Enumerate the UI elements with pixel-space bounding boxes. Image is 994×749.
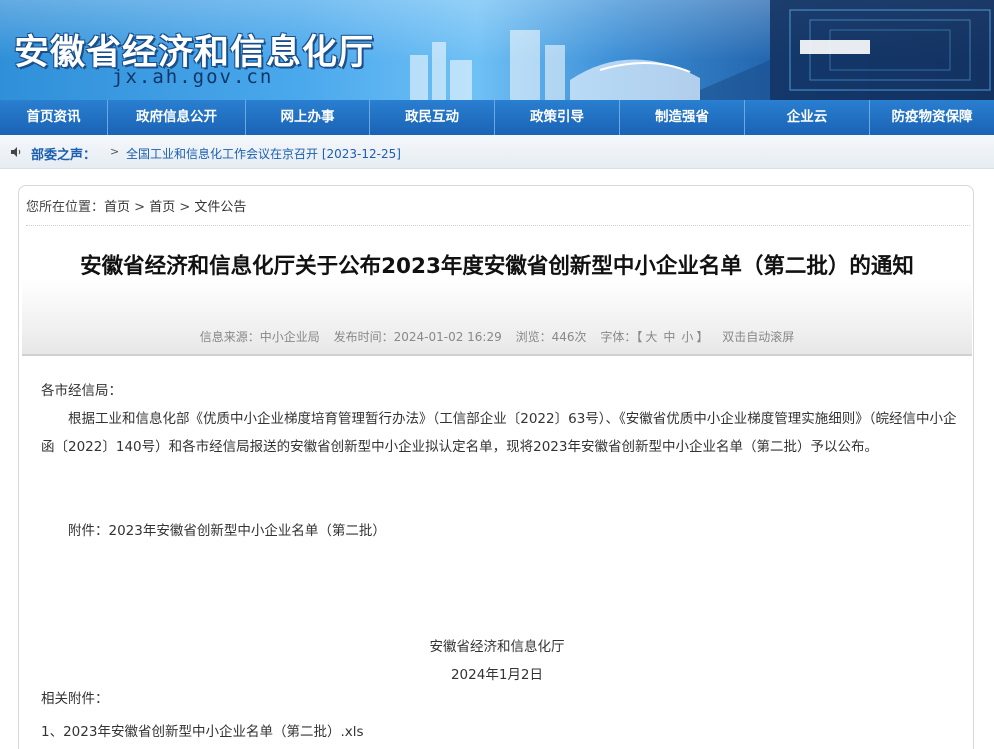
breadcrumb-prefix: 您所在位置： <box>26 200 105 215</box>
notice-link[interactable]: 全国工业和信息化工作会议在京召开 [2023-12-25] <box>126 145 401 162</box>
meta-font-size: 字体：【大中小】 <box>600 330 708 344</box>
main-nav: 首页资讯 政府信息公开 网上办事 政民互动 政策引导 制造强省 企业云 防疫物资… <box>0 100 994 135</box>
font-large-button[interactable]: 大 <box>645 330 657 344</box>
site-domain: jx.ah.gov.cn <box>112 66 274 88</box>
nav-item-home[interactable]: 首页资讯 <box>0 100 108 135</box>
article-title: 安徽省经济和信息化厅关于公布2023年度安徽省创新型中小企业名单（第二批）的通知 <box>80 254 914 279</box>
meta-font-label: 字体：【 <box>600 330 643 344</box>
breadcrumb-home-1[interactable]: 首页 <box>104 200 130 215</box>
nav-item-policy[interactable]: 政策引导 <box>495 100 620 135</box>
speaker-icon <box>11 147 21 157</box>
breadcrumb-sep: > <box>179 200 191 215</box>
nav-item-gov-info[interactable]: 政府信息公开 <box>108 100 246 135</box>
article-date: 2024年1月2日 <box>450 667 544 683</box>
article-paragraph: 根据工业和信息化部《优质中小企业梯度培育管理暂行办法》（工信部企业〔2022〕6… <box>41 411 957 455</box>
banner-cityscape-art <box>410 0 994 100</box>
notice-bar: 部委之声： > 全国工业和信息化工作会议在京召开 [2023-12-25] <box>0 135 994 169</box>
nav-item-enterprise-cloud[interactable]: 企业云 <box>745 100 870 135</box>
meta-autoscroll: 双击自动滚屏 <box>722 330 795 344</box>
site-banner: 安徽省经济和信息化厅 jx.ah.gov.cn <box>0 0 994 100</box>
related-file-link[interactable]: 1、2023年安徽省创新型中小企业名单（第二批）.xls <box>41 718 961 746</box>
notice-label: 部委之声： <box>31 148 97 163</box>
meta-font-close: 】 <box>696 330 709 344</box>
article-salutation: 各市经信局： <box>41 383 122 399</box>
meta-views: 浏览：446次 <box>515 330 587 344</box>
breadcrumb-sep: > <box>134 200 146 215</box>
meta-source: 信息来源：中小企业局 <box>199 330 320 344</box>
related-attachments-label: 相关附件： <box>41 691 109 707</box>
font-medium-button[interactable]: 中 <box>663 330 675 344</box>
article-signature: 安徽省经济和信息化厅 <box>429 639 565 655</box>
breadcrumb-home-2[interactable]: 首页 <box>149 200 175 215</box>
article-attachment-line: 附件：2023年安徽省创新型中小企业名单（第二批） <box>68 523 386 539</box>
nav-item-online-service[interactable]: 网上办事 <box>246 100 370 135</box>
breadcrumb-divider <box>26 225 970 226</box>
font-small-button[interactable]: 小 <box>681 330 693 344</box>
article-meta: 信息来源：中小企业局 发布时间：2024-01-02 16:29 浏览：446次… <box>22 328 972 345</box>
nav-item-epidemic-supplies[interactable]: 防疫物资保障 <box>870 100 994 135</box>
nav-item-manufacturing[interactable]: 制造强省 <box>620 100 745 135</box>
notice-arrow-icon: > <box>110 145 120 158</box>
meta-published: 发布时间：2024-01-02 16:29 <box>333 330 502 344</box>
breadcrumb-file-notice[interactable]: 文件公告 <box>194 200 246 215</box>
nav-item-interaction[interactable]: 政民互动 <box>370 100 495 135</box>
breadcrumb: 您所在位置：首页 > 首页 > 文件公告 <box>26 196 246 215</box>
